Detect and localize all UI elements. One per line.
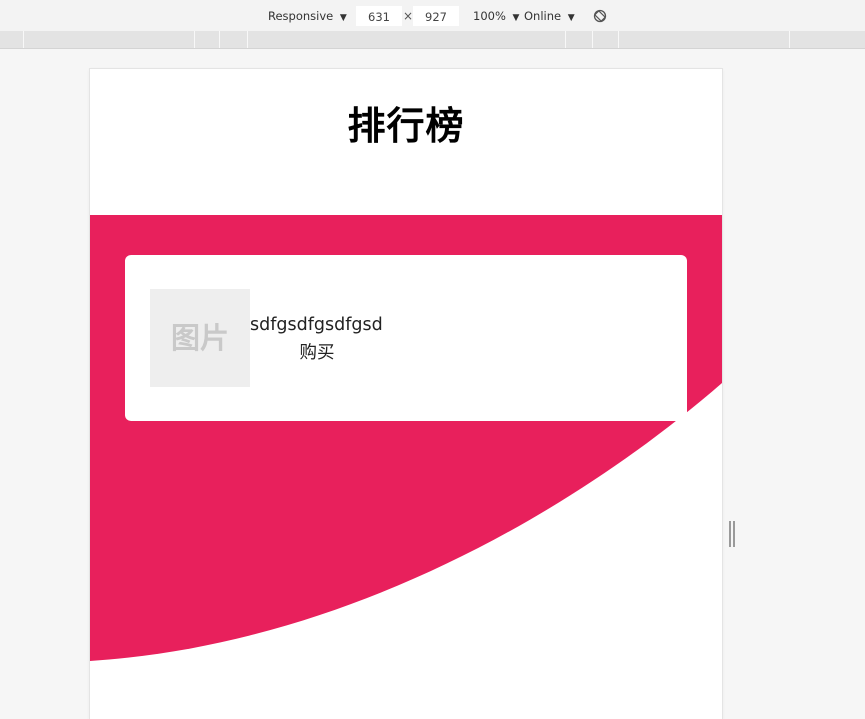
network-throttle-select[interactable]: Online ▼ [524,9,575,23]
device-select[interactable]: Responsive ▼ [268,9,347,23]
device-select-label: Responsive [268,9,334,23]
ranking-card: 图片 sdfgsdfgsdfgsd 购买 [125,255,687,421]
chevron-down-icon: ▼ [512,13,520,23]
zoom-select-label: 100% [473,9,506,23]
rotate-icon[interactable] [593,9,607,23]
page-title: 排行榜 [347,104,465,148]
device-viewport: 排行榜 图片 sdfgsdfgsdfgsd 购买 [90,69,722,719]
width-input[interactable]: 631 [356,6,402,26]
devtools-device-toolbar: Responsive ▼ 631 × 927 100% ▼ Online ▼ [0,0,865,32]
dimension-separator: × [403,9,414,23]
zoom-select[interactable]: 100% ▼ [473,9,519,23]
chevron-down-icon: ▼ [339,13,347,23]
media-query-ruler[interactable] [0,31,865,49]
network-select-label: Online [524,9,562,23]
viewport-resize-handle[interactable] [729,521,735,547]
item-image-placeholder: 图片 [150,289,250,387]
item-name: sdfgsdfgsdfgsd [250,315,383,335]
buy-button[interactable]: 购买 [297,339,337,364]
chevron-down-icon: ▼ [567,13,575,23]
height-input[interactable]: 927 [413,6,459,26]
